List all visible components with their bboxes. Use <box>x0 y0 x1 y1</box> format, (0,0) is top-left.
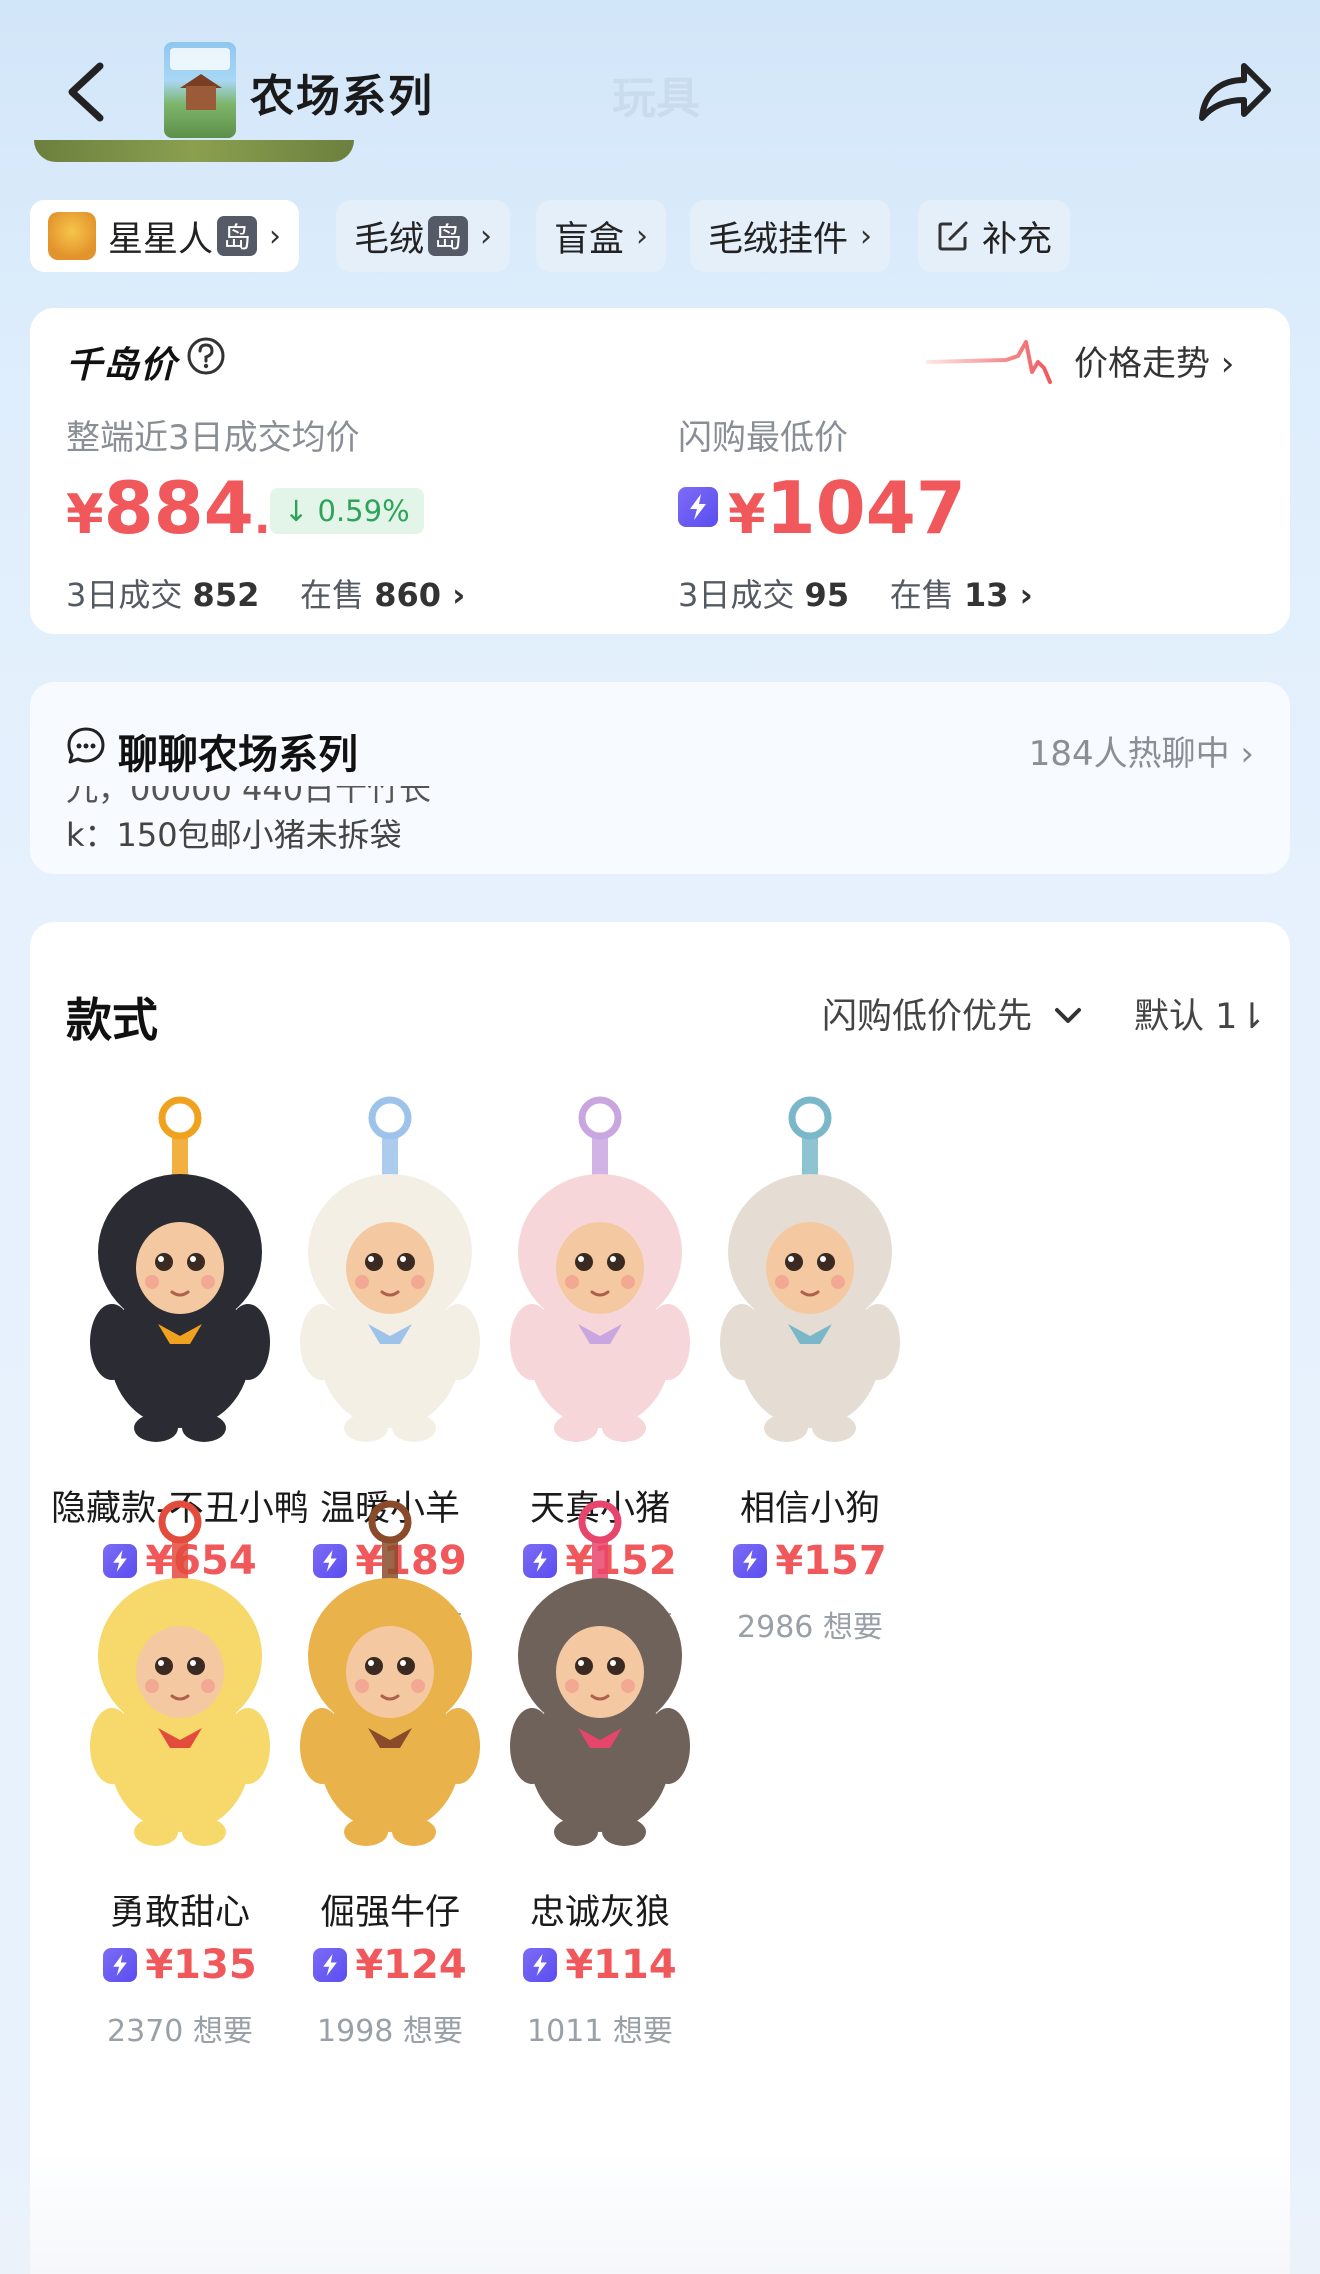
section-title: 款式 <box>66 993 158 1047</box>
chat-bubble-icon <box>67 727 105 764</box>
chat-title: 聊聊农场系列 <box>118 732 358 778</box>
plush-toy-image <box>510 1500 690 1846</box>
styles-section: 款式 闪购低价优先 默认 1⇂ 隐藏款-不丑小鸭¥654777 想要温暖小羊¥1… <box>30 922 1290 2274</box>
product-price: ¥114 <box>450 1942 750 1988</box>
product-card[interactable]: 忠诚灰狼 ¥114 1011 想要 <box>450 1496 750 2056</box>
flash-sale-icon <box>678 487 718 527</box>
chat-message: k：150包邮小猪未拆袋 <box>66 816 402 854</box>
avg-price-label: 整端近3日成交均价 <box>66 418 360 458</box>
series-thumbnail <box>164 42 236 138</box>
help-icon[interactable] <box>186 336 226 376</box>
plush-toy-image <box>720 1096 900 1442</box>
page-title: 农场系列 <box>250 71 434 122</box>
chip-label: 星星人 <box>108 219 214 260</box>
chevron-right-icon: › <box>480 218 493 254</box>
chip-plush-pendant[interactable]: 毛绒挂件 › <box>690 200 891 272</box>
sort-dropdown[interactable]: 闪购低价优先 <box>822 988 1083 1039</box>
banner-image-peek <box>34 140 354 162</box>
chip-blind-box[interactable]: 盲盒 › <box>536 200 667 272</box>
category-chips: 星星人 岛 › 毛绒 岛 › 盲盒 › 毛绒挂件 › 补充 <box>30 200 1300 272</box>
flash-min-value: ¥1047 <box>678 466 966 550</box>
island-badge: 岛 <box>217 216 258 256</box>
chevron-right-icon: › <box>269 218 282 254</box>
chip-label: 补充 <box>982 219 1053 260</box>
avg-price-stats[interactable]: 3日成交 852 在售 860 › <box>66 570 465 616</box>
chevron-left-icon <box>68 62 104 122</box>
price-change-badge: ↓ 0.59% <box>270 488 424 534</box>
flash-sale-icon <box>103 1948 138 1982</box>
chip-label: 毛绒挂件 <box>708 219 849 260</box>
chat-count-link[interactable]: 184人热聊中 › <box>1029 726 1254 775</box>
product-wants-count: 1011 想要 <box>527 2014 673 2049</box>
flash-sale-icon <box>523 1948 558 1982</box>
top-bar: 农场系列 玩具 <box>0 0 1320 162</box>
avg-price-value: ¥884.3 <box>66 466 301 550</box>
chip-plush-island[interactable]: 毛绒 岛 › <box>336 200 511 272</box>
price-trend-link[interactable]: 价格走势 › <box>1074 336 1234 385</box>
back-button[interactable] <box>58 52 118 132</box>
flash-sale-icon <box>313 1948 348 1982</box>
island-avatar-icon <box>48 212 96 260</box>
share-button[interactable] <box>1192 52 1276 132</box>
chevron-right-icon: › <box>636 218 649 254</box>
price-brand-label: 千岛价 <box>66 345 178 386</box>
edit-icon <box>938 221 968 251</box>
default-sort-toggle[interactable]: 默认 1⇂ <box>1134 988 1267 1039</box>
chip-label: 盲盒 <box>554 219 625 260</box>
flash-min-label: 闪购最低价 <box>678 418 848 458</box>
share-arrow-icon <box>1199 63 1271 121</box>
chevron-right-icon: › <box>860 218 873 254</box>
product-name: 忠诚灰狼 <box>529 1893 670 1933</box>
island-badge: 岛 <box>428 216 469 256</box>
flash-min-stats[interactable]: 3日成交 95 在售 13 › <box>678 570 1033 616</box>
chip-supplement[interactable]: 补充 <box>918 200 1071 272</box>
category-ghost-title: 玩具 <box>612 73 700 124</box>
bottom-fade <box>0 2150 1320 2274</box>
chip-star-island[interactable]: 星星人 岛 › <box>30 200 300 272</box>
chip-label: 毛绒 <box>354 219 425 260</box>
chevron-down-icon <box>1055 1008 1082 1023</box>
trend-sparkline-icon <box>926 340 1052 384</box>
chat-card[interactable]: 聊聊农场系列 184人热聊中 › 九，00000 440日十竹长始，土扒 k：1… <box>30 682 1290 874</box>
chat-scrolling-message: 九，00000 440日十竹长始，土扒 <box>66 786 486 804</box>
price-card: 千岛价 价格走势 › 整端近3日成交均价 ¥884.3 ↓ 0.59% 3日成交… <box>30 308 1290 634</box>
